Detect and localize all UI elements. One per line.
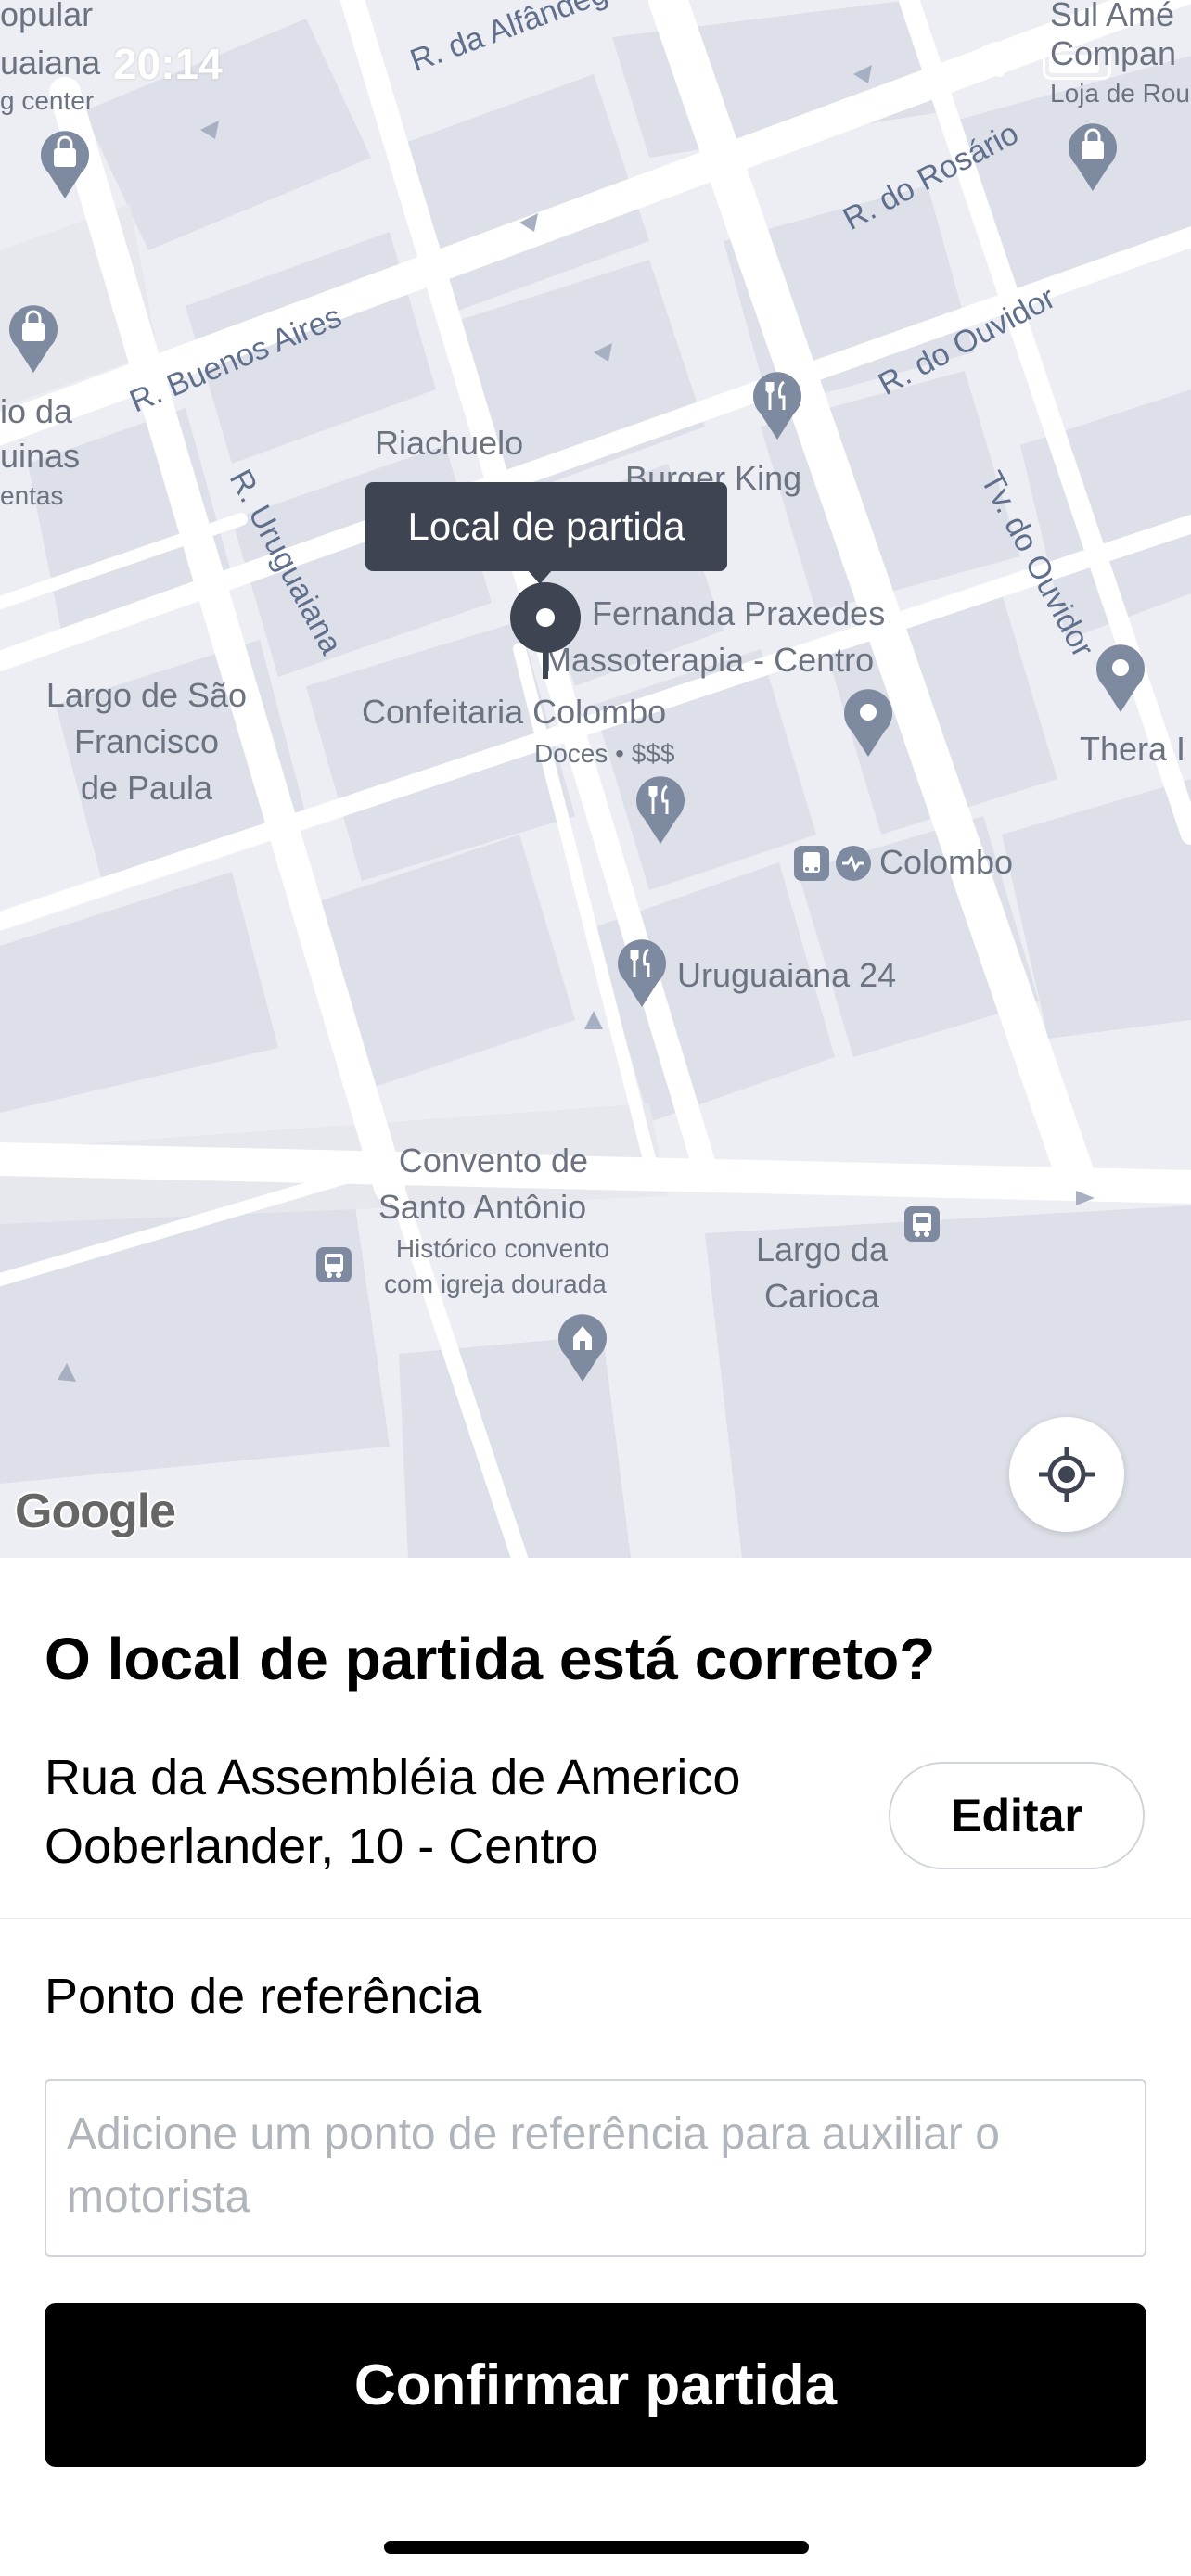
place-label: opular (0, 0, 94, 33)
place-pin-icon[interactable] (840, 686, 896, 759)
place-label: Carioca (763, 1277, 880, 1315)
place-label: Largo da (755, 1231, 889, 1269)
status-time: 20:14 (113, 40, 223, 88)
pickup-callout: Local de partida (365, 482, 727, 584)
place-label: Massoterapia - Centro (544, 641, 875, 679)
wifi-icon (975, 42, 1025, 77)
place-label: Uruguaiana 24 (677, 956, 897, 994)
divider (0, 1918, 1191, 1919)
place-label: Compan (1050, 34, 1177, 72)
map[interactable]: 20:14 R. da Alfândega R. do Rosário R. B… (0, 0, 1191, 1558)
place-label: Loja de Rou (1050, 79, 1191, 108)
sheet-title: O local de partida está correto? (45, 1626, 936, 1692)
reference-input[interactable] (45, 2079, 1146, 2257)
place-label: g center (0, 86, 95, 115)
place-label: Largo de São (45, 676, 248, 714)
edit-button[interactable]: Editar (889, 1762, 1145, 1869)
place-label: Santo Antônio (378, 1188, 587, 1226)
shopping-bag-pin-icon[interactable] (1065, 121, 1121, 193)
my-location-button[interactable] (1009, 1417, 1124, 1532)
place-label: com igreja dourada (384, 1269, 607, 1298)
place-label: Colombo (879, 843, 1014, 881)
pickup-confirm-sheet: O local de partida está correto? Rua da … (0, 1558, 1191, 2576)
crosshair-icon (1039, 1447, 1095, 1502)
shopping-bag-pin-icon[interactable] (37, 128, 93, 200)
place-label: uinas (0, 437, 81, 475)
bus-stop-icon[interactable] (315, 1246, 352, 1283)
restaurant-pin-icon[interactable] (749, 369, 805, 441)
address-line-1: Rua da Assembléia de Americo (45, 1750, 741, 1805)
place-label: Convento de (398, 1141, 589, 1180)
place-label: Confeitaria Colombo (362, 693, 667, 731)
transit-station-icon[interactable] (792, 844, 876, 883)
place-label: Fernanda Praxedes (592, 594, 886, 632)
pickup-address: Rua da Assembléia de Americo Ooberlander… (45, 1743, 824, 1881)
home-indicator[interactable] (384, 2541, 809, 2554)
place-label: Histórico convento (395, 1234, 610, 1263)
pickup-pin-icon[interactable] (508, 580, 583, 681)
confirm-pickup-button[interactable]: Confirmar partida (45, 2303, 1146, 2467)
place-label: Francisco (73, 722, 220, 760)
shopping-bag-pin-icon[interactable] (6, 302, 61, 375)
place-pin-icon[interactable] (1093, 642, 1148, 714)
address-line-2: Ooberlander, 10 - Centro (45, 1818, 599, 1874)
place-label: io da (0, 392, 73, 430)
place-label: Riachuelo (375, 424, 524, 462)
church-pin-icon[interactable] (555, 1311, 610, 1384)
restaurant-pin-icon[interactable] (633, 773, 688, 846)
place-label: Sul Amé (1050, 0, 1175, 33)
place-label: entas (0, 481, 64, 510)
place-label: Doces • $$$ (534, 739, 675, 768)
place-label: de Paula (80, 769, 213, 807)
place-label: uaiana (0, 44, 101, 82)
restaurant-pin-icon[interactable] (614, 937, 670, 1009)
google-logo: Google (15, 1485, 176, 1538)
bus-stop-icon[interactable] (903, 1205, 941, 1243)
place-label: Thera I (1080, 730, 1186, 768)
reference-label: Ponto de referência (45, 1969, 482, 2024)
